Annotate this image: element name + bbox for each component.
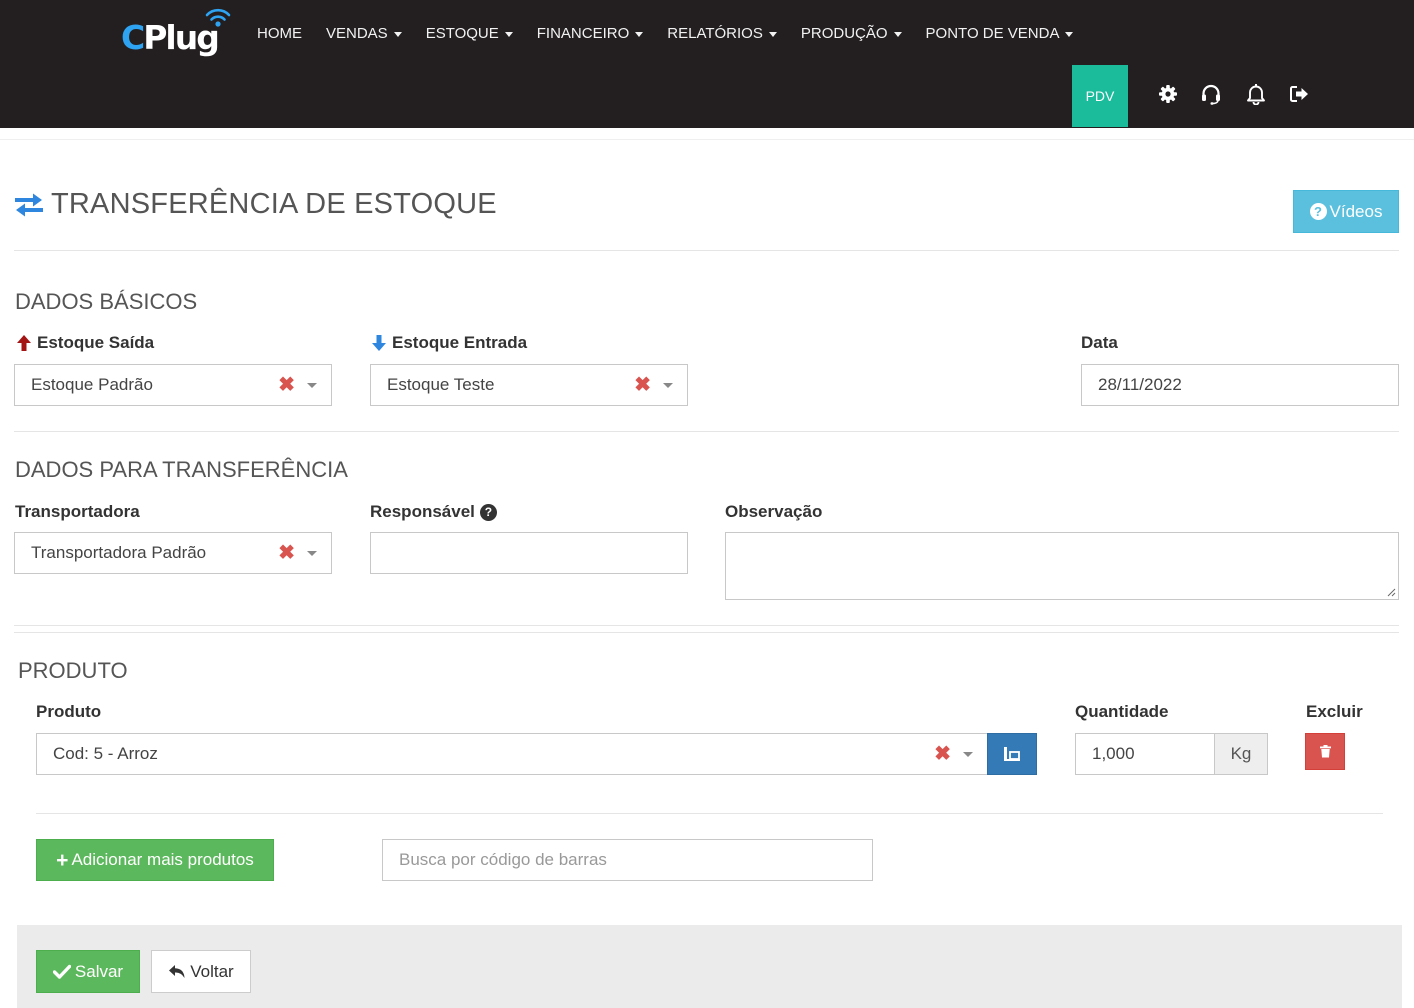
caret-down-icon	[635, 31, 644, 37]
caret-down-icon	[1065, 31, 1074, 37]
plus-icon: +	[56, 848, 69, 872]
pdv-button[interactable]: PDV	[1072, 65, 1128, 127]
nav-ponto-de-venda[interactable]: PONTO DE VENDA	[914, 14, 1086, 54]
nav-home[interactable]: HOME	[245, 14, 314, 54]
reply-icon	[169, 965, 185, 978]
save-button[interactable]: Salvar	[36, 950, 140, 993]
arrow-up-icon	[17, 335, 31, 351]
observacao-label: Observação	[725, 502, 823, 521]
dropdown-arrow-icon	[663, 382, 673, 388]
nav-vendas[interactable]: VENDAS	[314, 14, 414, 54]
caret-down-icon	[893, 31, 902, 37]
divider	[14, 431, 1399, 432]
logout-icon[interactable]	[1288, 82, 1312, 106]
clear-icon[interactable]: ✖	[634, 375, 651, 395]
transportadora-select[interactable]: Transportadora Padrão ✖	[14, 532, 332, 574]
caret-down-icon	[504, 31, 513, 37]
gear-icon[interactable]	[1156, 82, 1180, 106]
dropdown-arrow-icon	[307, 382, 317, 388]
nav-relatorios[interactable]: RELATÓRIOS	[655, 14, 789, 54]
bell-icon[interactable]	[1244, 82, 1268, 106]
section-title-produto: PRODUTO	[18, 658, 128, 683]
transportadora-label: Transportadora	[15, 502, 140, 521]
estoque-entrada-label: Estoque Entrada	[371, 333, 527, 353]
caret-down-icon	[393, 31, 402, 37]
question-circle-icon: ?	[1309, 203, 1327, 220]
section-title-dados-transferencia: DADOS PARA TRANSFERÊNCIA	[15, 457, 348, 482]
barcode-search-input[interactable]: Busca por código de barras	[382, 839, 873, 881]
delete-product-button[interactable]	[1305, 733, 1345, 770]
page-title: TRANSFERÊNCIA DE ESTOQUE	[14, 188, 497, 221]
building-icon	[1004, 747, 1020, 761]
responsavel-input[interactable]	[370, 532, 688, 574]
top-navbar: CPlug HOME VENDAS ESTOQUE FINANCEIRO REL…	[0, 0, 1414, 128]
caret-down-icon	[768, 31, 777, 37]
divider	[14, 250, 1399, 251]
check-icon	[52, 964, 71, 979]
estoque-saida-label: Estoque Saída	[16, 333, 154, 353]
resize-grip-icon[interactable]	[1386, 587, 1396, 597]
dropdown-arrow-icon	[963, 751, 973, 757]
responsavel-label: Responsável ?	[370, 502, 497, 522]
divider	[36, 813, 1383, 814]
produto-select[interactable]: Cod: 5 - Arroz ✖	[36, 733, 988, 775]
question-circle-icon[interactable]: ?	[479, 503, 497, 521]
estoque-entrada-select[interactable]: Estoque Teste ✖	[370, 364, 688, 406]
exchange-icon	[15, 193, 43, 216]
logo-text: CPlug	[121, 18, 220, 57]
quantidade-input[interactable]: 1,000	[1075, 733, 1215, 775]
excluir-label: Excluir	[1306, 702, 1363, 721]
clear-icon[interactable]: ✖	[934, 744, 951, 764]
nav-estoque[interactable]: ESTOQUE	[414, 14, 525, 54]
main-menu: HOME VENDAS ESTOQUE FINANCEIRO RELATÓRIO…	[245, 14, 1085, 54]
navbar-separator	[0, 128, 1414, 140]
dropdown-arrow-icon	[307, 550, 317, 556]
section-title-dados-basicos: DADOS BÁSICOS	[15, 289, 198, 314]
trash-icon	[1319, 745, 1331, 758]
cplug-logo[interactable]: CPlug	[121, 6, 236, 62]
estoque-saida-select[interactable]: Estoque Padrão ✖	[14, 364, 332, 406]
headset-icon[interactable]	[1199, 82, 1223, 106]
unit-addon: Kg	[1214, 733, 1268, 775]
nav-producao[interactable]: PRODUÇÃO	[789, 14, 914, 54]
divider	[14, 632, 1399, 633]
clear-icon[interactable]: ✖	[278, 375, 295, 395]
page-title-text: TRANSFERÊNCIA DE ESTOQUE	[51, 188, 497, 220]
back-button[interactable]: Voltar	[151, 950, 251, 993]
videos-button[interactable]: ? Vídeos	[1293, 190, 1399, 233]
add-more-products-button[interactable]: + Adicionar mais produtos	[36, 839, 274, 881]
nav-financeiro[interactable]: FINANCEIRO	[525, 14, 656, 54]
data-label: Data	[1081, 333, 1118, 352]
quantidade-label: Quantidade	[1075, 702, 1169, 721]
observacao-textarea[interactable]	[725, 532, 1399, 600]
divider	[14, 625, 1399, 626]
produto-label: Produto	[36, 702, 102, 721]
data-input[interactable]: 28/11/2022	[1081, 364, 1399, 406]
clear-icon[interactable]: ✖	[278, 543, 295, 563]
arrow-down-icon	[372, 335, 386, 351]
product-lookup-button[interactable]	[987, 733, 1037, 775]
